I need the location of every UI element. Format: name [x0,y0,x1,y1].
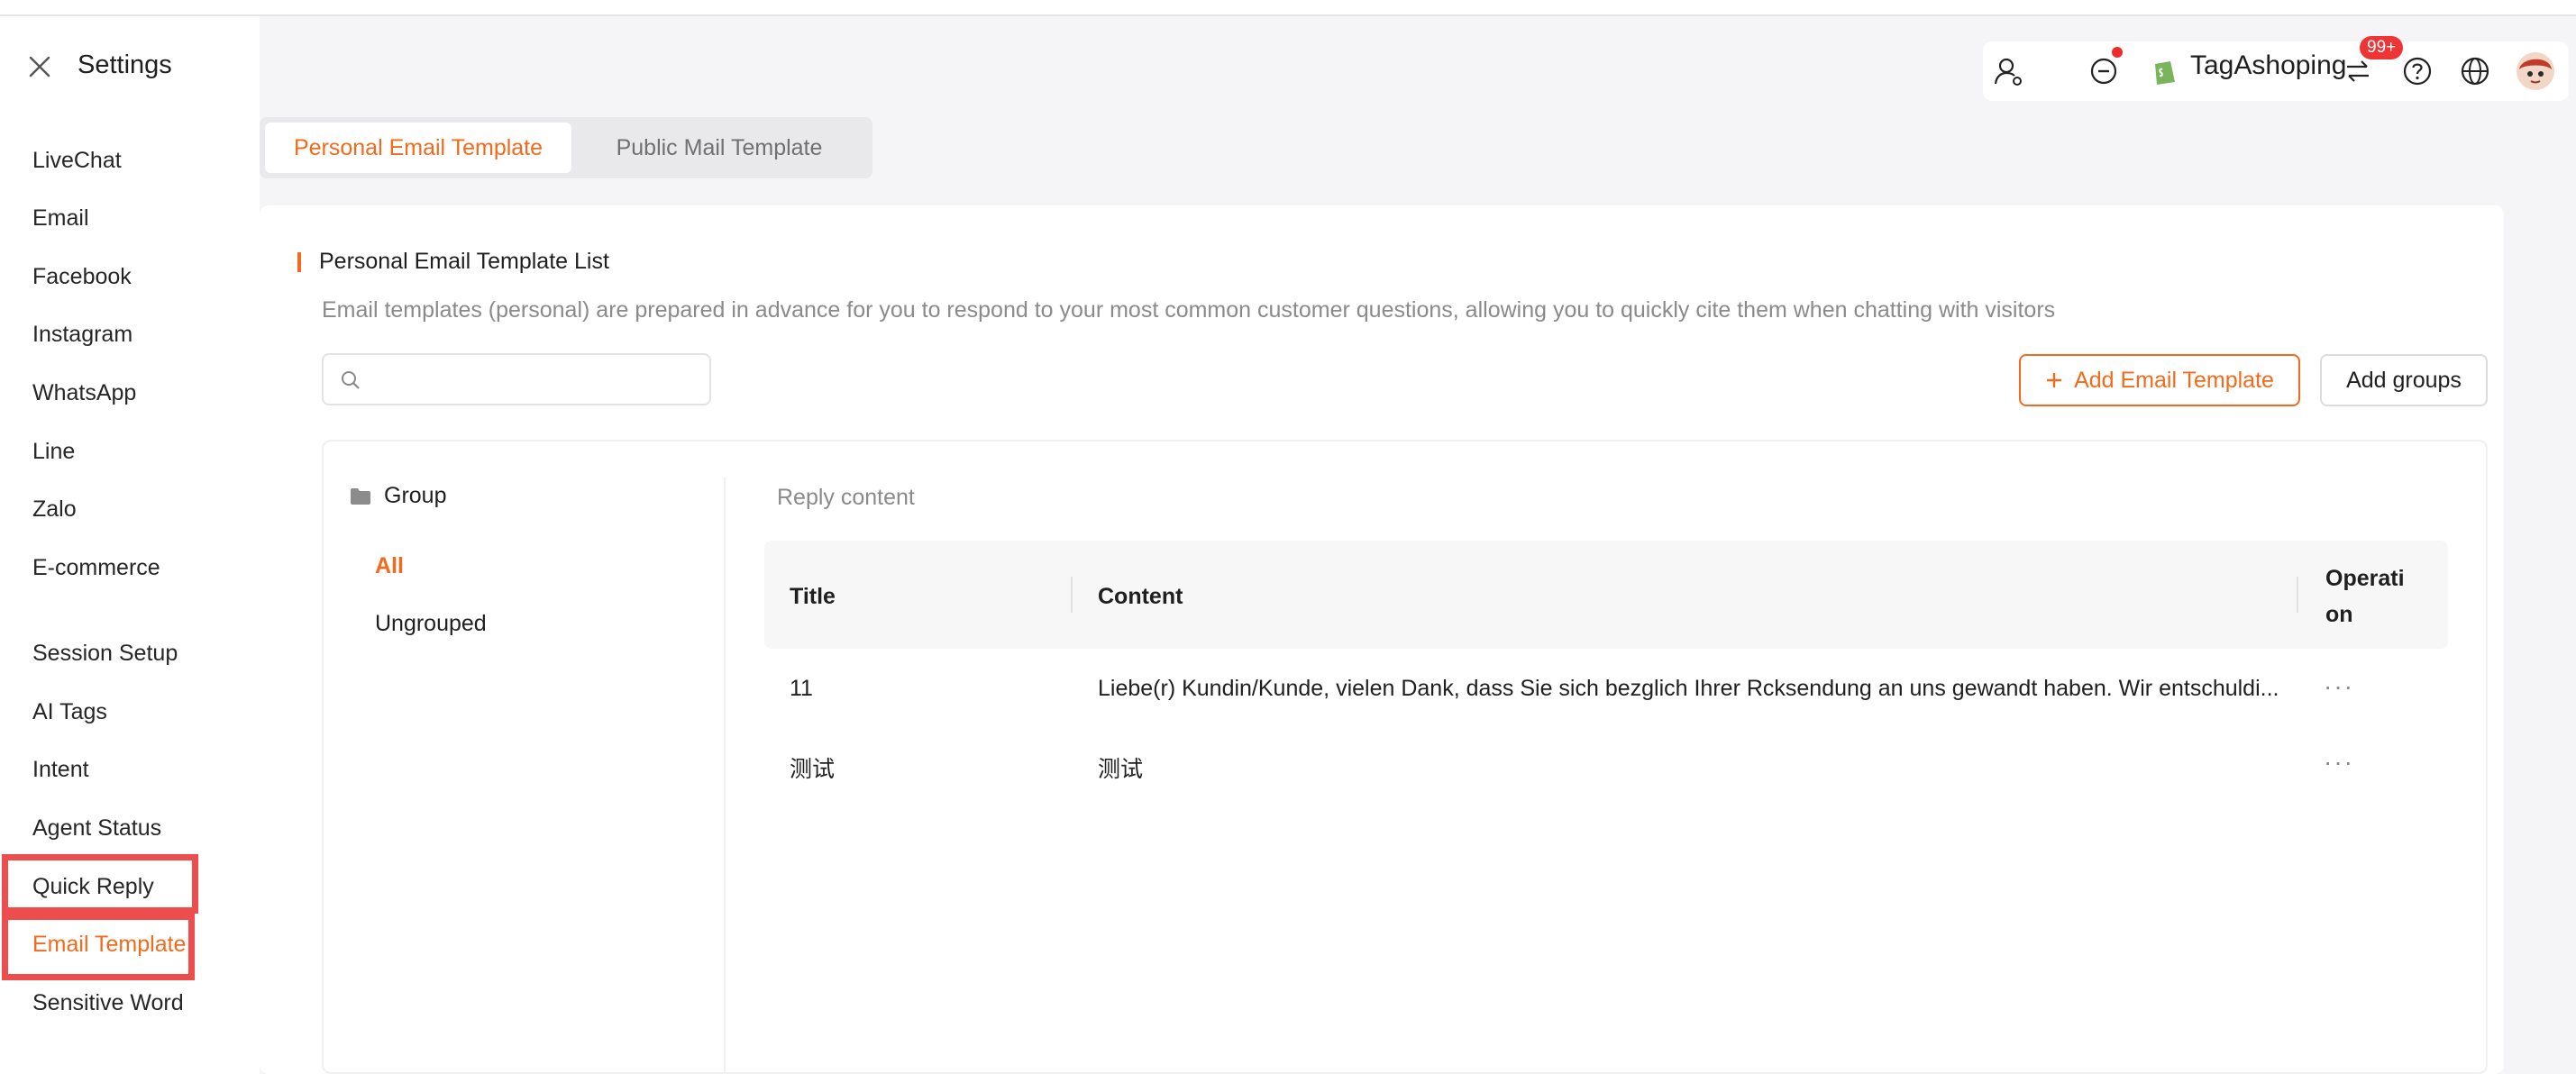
sidebar-item-email[interactable]: Email [32,205,89,232]
column-header-operation-line2: on [2325,602,2353,627]
group-item-all[interactable]: All [375,553,404,579]
template-tabs: Personal Email Template Public Mail Temp… [260,117,872,178]
sidebar-item-ecommerce[interactable]: E-commerce [32,555,160,581]
table-row-title: 测试 [790,757,836,782]
sidebar-item-agent-status[interactable]: Agent Status [32,815,161,842]
help-icon[interactable] [2401,41,2434,101]
group-item-ungrouped[interactable]: Ungrouped [375,611,487,637]
table-row-content: 测试 [1098,757,1144,782]
more-options-icon[interactable]: ··· [2324,748,2354,777]
sidebar-item-sensitive-word[interactable]: Sensitive Word [32,990,184,1016]
more-options-icon[interactable]: ··· [2324,672,2354,701]
template-panel [322,440,2488,1074]
tab-public-mail-template[interactable]: Public Mail Template [571,123,867,173]
add-groups-button[interactable]: Add groups [2320,354,2488,406]
tab-personal-email-template[interactable]: Personal Email Template [265,123,571,173]
sidebar-item-livechat[interactable]: LiveChat [32,148,122,174]
section-description: Email templates (personal) are prepared … [322,297,2056,323]
close-icon [29,56,50,77]
sidebar-item-line[interactable]: Line [32,439,75,465]
close-button[interactable] [18,45,61,88]
column-header-title: Title [790,584,836,609]
group-header-label: Group [384,483,447,508]
window-top-border [0,0,2576,16]
column-header-content: Content [1098,584,1183,609]
column-separator [1071,577,1073,613]
sidebar-item-whatsapp[interactable]: WhatsApp [32,380,136,406]
column-header-operation-line1: Operati [2325,566,2405,591]
reply-content-label: Reply content [777,485,915,510]
sidebar-item-session-setup[interactable]: Session Setup [32,641,178,667]
search-icon [340,369,361,396]
search-box[interactable] [322,353,711,405]
agent-icon[interactable] [1990,41,2026,101]
add-email-template-button[interactable]: Add Email Template [2019,354,2300,406]
title-accent-bar [297,252,301,272]
column-divider [724,478,726,1074]
notification-dot [2112,47,2123,58]
highlight-box-quick-reply [2,854,198,914]
highlight-box-email-template [2,914,195,980]
table-row-title: 11 [790,676,813,701]
sidebar-item-zalo[interactable]: Zalo [32,496,77,523]
table-row-content: Liebe(r) Kundin/Kunde, vielen Dank, dass… [1098,676,2279,701]
folder-icon [350,487,371,505]
plus-icon [2045,371,2063,389]
sidebar-item-ai-tags[interactable]: AI Tags [32,699,107,725]
add-email-template-label: Add Email Template [2074,367,2274,393]
group-header: Group [350,483,446,509]
globe-icon[interactable] [2459,41,2491,101]
store-name[interactable]: TagAshoping [2190,50,2346,81]
sidebar-item-instagram[interactable]: Instagram [32,322,132,348]
shopify-icon [2149,41,2179,101]
section-title: Personal Email Template List [319,249,609,274]
notification-badge: 99+ [2360,36,2404,59]
sidebar-item-intent[interactable]: Intent [32,757,89,783]
avatar[interactable] [2515,41,2556,101]
search-input[interactable] [369,362,697,398]
page-title: Settings [78,50,172,79]
sidebar-item-facebook[interactable]: Facebook [32,264,132,290]
column-separator [2297,577,2298,613]
table-header [764,541,2448,649]
